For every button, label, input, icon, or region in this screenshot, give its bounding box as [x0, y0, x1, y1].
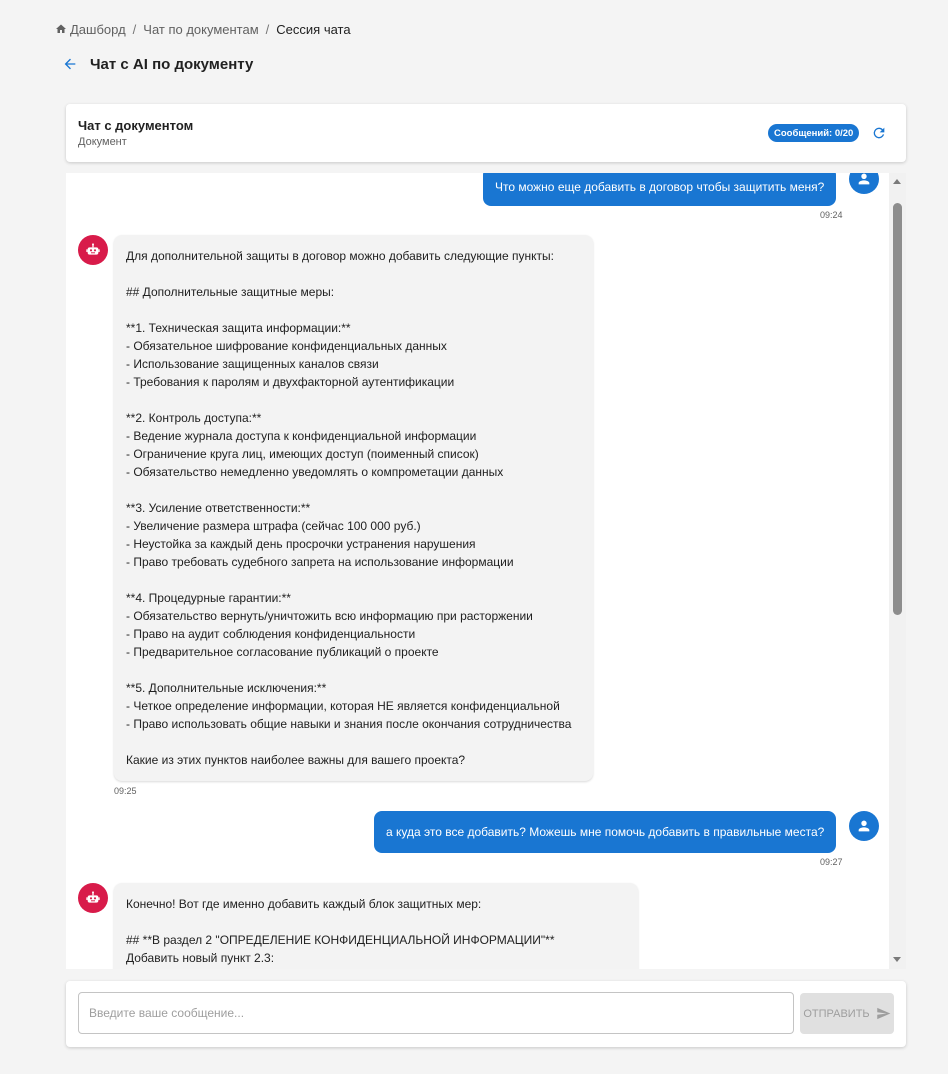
user-avatar: [849, 811, 879, 841]
page-title: Чат с AI по документу: [90, 55, 254, 73]
breadcrumb-separator: /: [265, 21, 270, 37]
user-message-bubble: а куда это все добавить? Можешь мне помо…: [374, 811, 837, 853]
page-header: Чат с AI по документу: [60, 52, 253, 76]
message-input[interactable]: [78, 992, 794, 1034]
scroll-up-arrow[interactable]: [893, 179, 901, 184]
breadcrumb-link-document-chat[interactable]: Чат по документам: [143, 22, 258, 37]
assistant-message-bubble: Для дополнительной защиты в договор можн…: [114, 235, 593, 781]
refresh-button[interactable]: [869, 123, 889, 143]
user-avatar: [849, 173, 879, 194]
send-button[interactable]: ОТПРАВИТЬ: [800, 993, 894, 1034]
user-message-bubble: Что можно еще добавить в договор чтобы з…: [483, 173, 837, 206]
assistant-message-bubble: Конечно! Вот где именно добавить каждый …: [114, 883, 638, 969]
back-button[interactable]: [60, 54, 80, 74]
document-card-subtitle: Документ: [78, 136, 127, 148]
chat-messages-area[interactable]: Что можно еще добавить в договор чтобы з…: [66, 173, 906, 969]
scroll-thumb[interactable]: [893, 203, 902, 615]
person-icon: [858, 820, 870, 832]
breadcrumb-current: Сессия чата: [276, 21, 351, 37]
send-icon: [876, 1007, 891, 1020]
message-count-badge: Сообщений: 0/20: [768, 124, 860, 142]
robot-icon: [86, 243, 100, 255]
person-icon: [858, 173, 870, 185]
message-composer: ОТПРАВИТЬ: [66, 981, 906, 1047]
home-icon: [56, 24, 66, 33]
breadcrumb-link-dashboard[interactable]: Дашборд: [70, 22, 126, 37]
user-message-text: а куда это все добавить? Можешь мне помо…: [386, 825, 825, 839]
breadcrumb-separator: /: [132, 21, 137, 37]
send-button-label: ОТПРАВИТЬ: [803, 1007, 870, 1020]
scroll-down-arrow[interactable]: [893, 957, 901, 962]
document-card-title: Чат с документом: [78, 118, 194, 133]
refresh-icon: [873, 127, 885, 139]
chat-scrollbar[interactable]: [889, 173, 906, 969]
message-timestamp: 09:25: [114, 786, 137, 796]
message-timestamp: 09:27: [820, 857, 843, 867]
robot-icon: [86, 891, 100, 903]
message-timestamp: 09:24: [820, 210, 843, 220]
arrow-left-icon: [64, 58, 76, 70]
user-message-text: Что можно еще добавить в договор чтобы з…: [495, 179, 825, 194]
breadcrumb: Дашборд / Чат по документам / Сессия чат…: [55, 21, 351, 37]
bot-avatar: [78, 883, 108, 913]
document-card: Чат с документом Документ Сообщений: 0/2…: [66, 104, 906, 162]
bot-avatar: [78, 235, 108, 265]
